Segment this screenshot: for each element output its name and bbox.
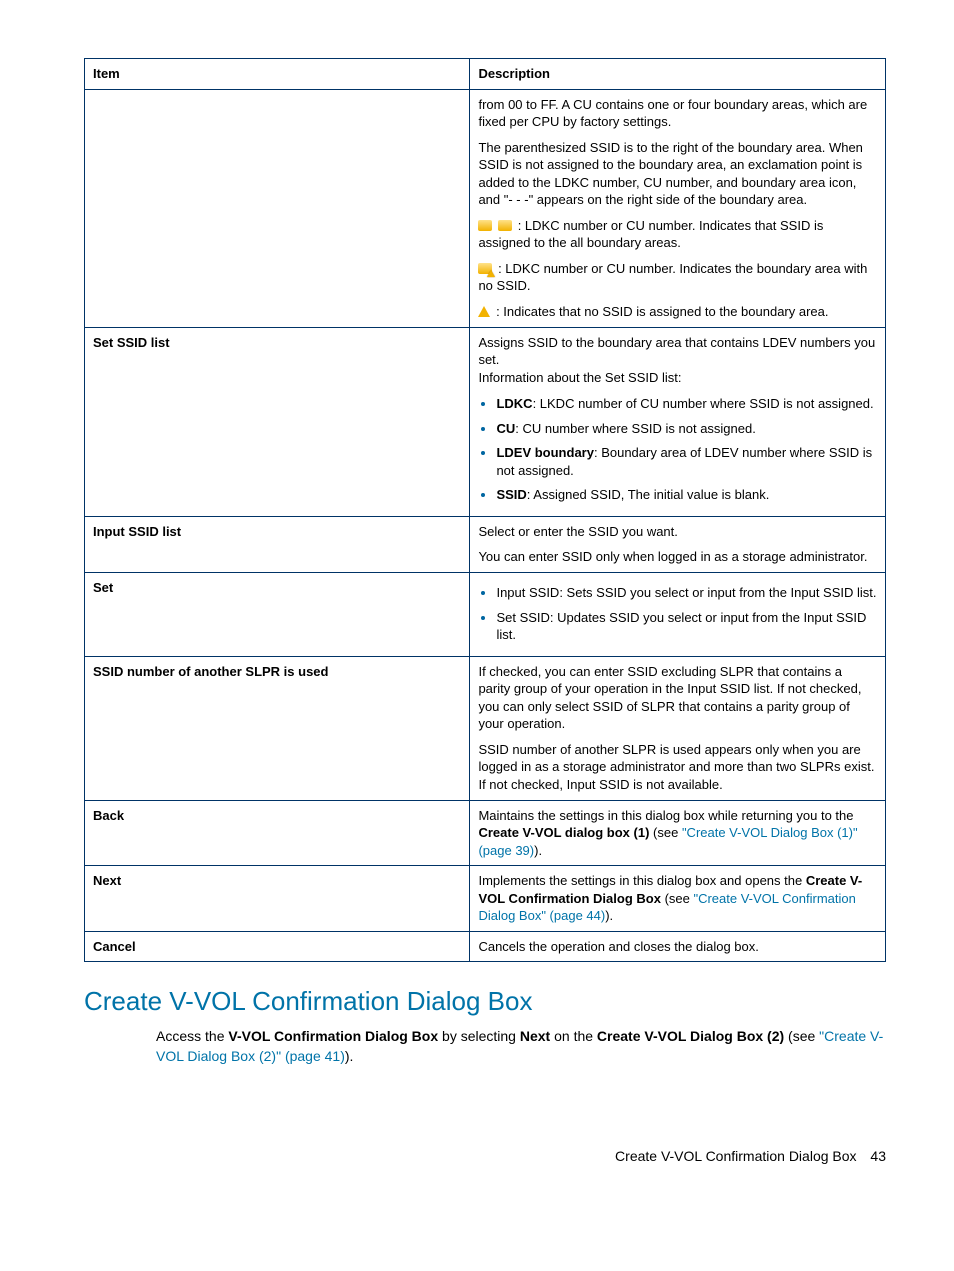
description-cell: Select or enter the SSID you want. You c… <box>470 516 886 572</box>
section-paragraph: Access the V-VOL Confirmation Dialog Box… <box>156 1027 886 1066</box>
desc-text: Maintains the settings in this dialog bo… <box>478 807 877 860</box>
section-heading: Create V-VOL Confirmation Dialog Box <box>84 984 886 1019</box>
folder-warn-icon <box>478 263 492 274</box>
list-item: LDKC: LKDC number of CU number where SSI… <box>496 394 877 413</box>
table-row: Input SSID list Select or enter the SSID… <box>85 516 886 572</box>
folder-icon <box>478 220 492 231</box>
table-row: SSID number of another SLPR is used If c… <box>85 656 886 800</box>
item-cell: Set <box>85 573 470 657</box>
desc-text: Assigns SSID to the boundary area that c… <box>478 334 877 387</box>
table-row: from 00 to FF. A CU contains one or four… <box>85 89 886 327</box>
item-cell <box>85 89 470 327</box>
bullet-list: Input SSID: Sets SSID you select or inpu… <box>478 583 877 644</box>
table-row: Back Maintains the settings in this dial… <box>85 800 886 866</box>
page-number: 43 <box>870 1148 886 1164</box>
caution-icon <box>478 306 490 317</box>
desc-text: Select or enter the SSID you want. <box>478 523 877 541</box>
description-cell: Implements the settings in this dialog b… <box>470 866 886 932</box>
folder-icon <box>498 220 512 231</box>
table-row: Set Input SSID: Sets SSID you select or … <box>85 573 886 657</box>
col-header-description: Description <box>470 59 886 90</box>
page-footer: Create V-VOL Confirmation Dialog Box 43 <box>84 1147 886 1166</box>
desc-text: : LDKC number or CU number. Indicates th… <box>478 260 877 295</box>
desc-text: Implements the settings in this dialog b… <box>478 872 877 925</box>
reference-table: Item Description from 00 to FF. A CU con… <box>84 58 886 962</box>
list-item: Input SSID: Sets SSID you select or inpu… <box>496 583 877 602</box>
desc-text: You can enter SSID only when logged in a… <box>478 548 877 566</box>
desc-text: SSID number of another SLPR is used appe… <box>478 741 877 794</box>
item-cell: Cancel <box>85 931 470 962</box>
description-cell: If checked, you can enter SSID excluding… <box>470 656 886 800</box>
desc-text: : LDKC number or CU number. Indicates th… <box>478 217 877 252</box>
desc-text: The parenthesized SSID is to the right o… <box>478 139 877 209</box>
desc-text: : Indicates that no SSID is assigned to … <box>478 303 877 321</box>
item-cell: SSID number of another SLPR is used <box>85 656 470 800</box>
item-cell: Input SSID list <box>85 516 470 572</box>
bullet-list: LDKC: LKDC number of CU number where SSI… <box>478 394 877 504</box>
list-item: LDEV boundary: Boundary area of LDEV num… <box>496 443 877 479</box>
table-row: Cancel Cancels the operation and closes … <box>85 931 886 962</box>
desc-text: If checked, you can enter SSID excluding… <box>478 663 877 733</box>
desc-text: from 00 to FF. A CU contains one or four… <box>478 96 877 131</box>
footer-title: Create V-VOL Confirmation Dialog Box <box>615 1148 856 1164</box>
item-cell: Back <box>85 800 470 866</box>
description-cell: from 00 to FF. A CU contains one or four… <box>470 89 886 327</box>
description-cell: Input SSID: Sets SSID you select or inpu… <box>470 573 886 657</box>
table-row: Set SSID list Assigns SSID to the bounda… <box>85 327 886 516</box>
list-item: SSID: Assigned SSID, The initial value i… <box>496 485 877 504</box>
description-cell: Maintains the settings in this dialog bo… <box>470 800 886 866</box>
item-cell: Set SSID list <box>85 327 470 516</box>
list-item: Set SSID: Updates SSID you select or inp… <box>496 608 877 644</box>
description-cell: Cancels the operation and closes the dia… <box>470 931 886 962</box>
item-cell: Next <box>85 866 470 932</box>
list-item: CU: CU number where SSID is not assigned… <box>496 419 877 438</box>
col-header-item: Item <box>85 59 470 90</box>
description-cell: Assigns SSID to the boundary area that c… <box>470 327 886 516</box>
table-row: Next Implements the settings in this dia… <box>85 866 886 932</box>
